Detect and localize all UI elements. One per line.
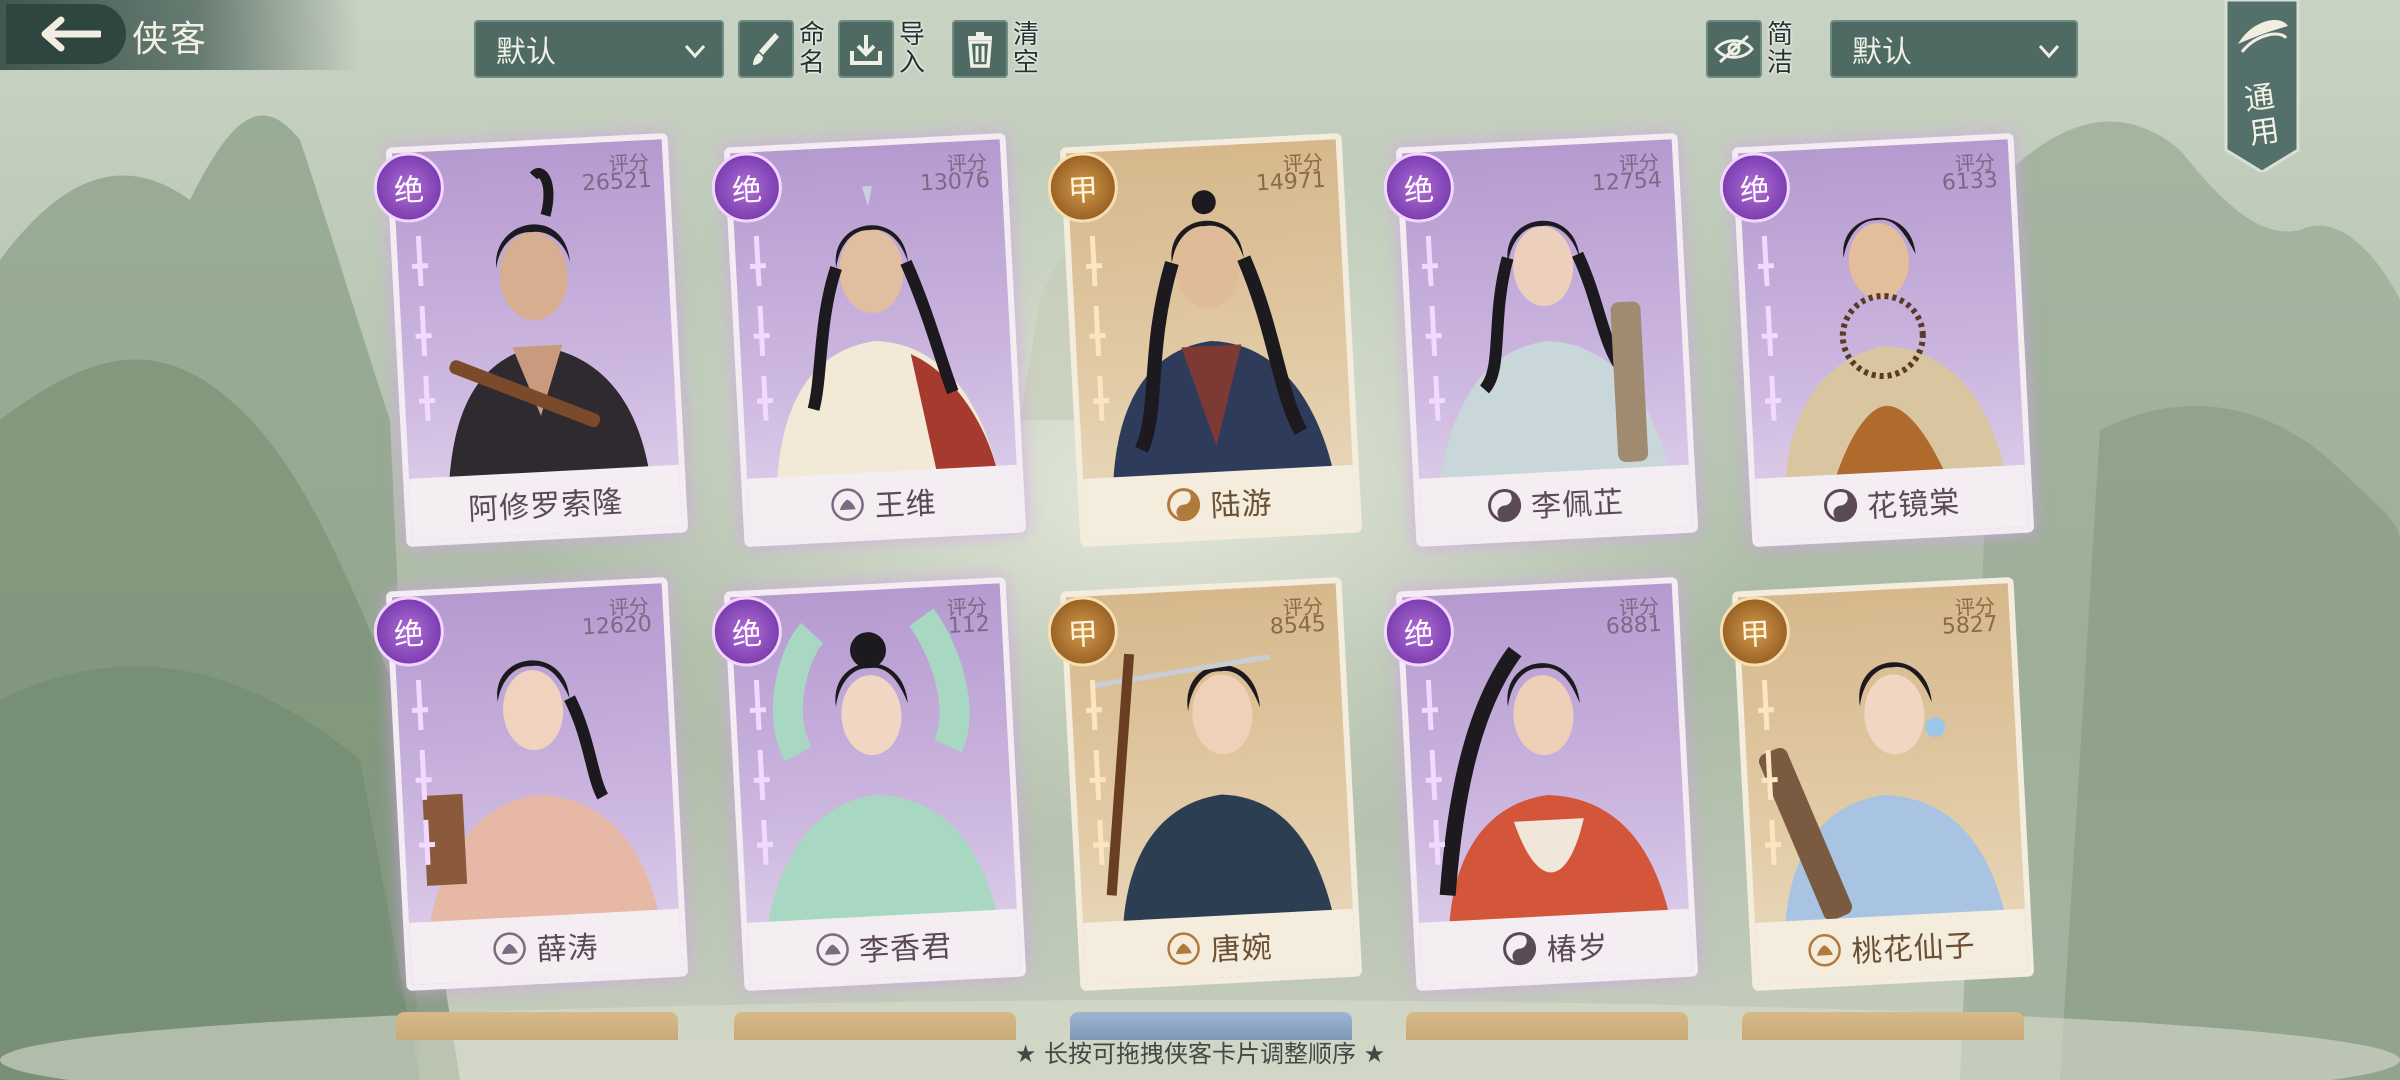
hero-name: 陆游 xyxy=(1209,486,1274,525)
hero-name: 唐婉 xyxy=(1209,930,1274,969)
hero-name: 李佩芷 xyxy=(1530,485,1626,526)
top-bar: 侠客 默认 命名 导入 清空 简洁 默认 通用 xyxy=(0,0,2400,174)
import-label: 导入 xyxy=(898,20,925,78)
hero-card[interactable]: 评分 12620 薛涛 绝 xyxy=(372,576,689,992)
score-value: 112 xyxy=(947,611,991,639)
hero-name: 王维 xyxy=(873,486,938,525)
card-namebar: 桃花仙子 xyxy=(1755,908,2028,985)
hero-name: 椿岁 xyxy=(1545,930,1610,969)
lotus-icon xyxy=(830,487,866,523)
trash-icon xyxy=(952,20,1008,78)
hero-card[interactable]: 评分 6881 椿岁 绝 xyxy=(1382,576,1699,992)
back-button[interactable] xyxy=(6,4,126,64)
card-namebar: 薛涛 xyxy=(409,908,682,985)
general-ribbon-tab[interactable]: 通用 xyxy=(2222,0,2302,174)
chevron-down-icon xyxy=(684,44,706,59)
card-namebar: 李香君 xyxy=(747,908,1020,985)
general-ribbon-label: 通用 xyxy=(2242,79,2282,152)
lotus-icon xyxy=(1166,931,1202,967)
card-namebar: 椿岁 xyxy=(1419,908,1692,985)
rename-label: 命名 xyxy=(798,20,825,78)
lotus-icon xyxy=(1807,932,1843,968)
score-value: 13076 xyxy=(919,167,991,197)
yin-yang-icon xyxy=(1166,487,1202,523)
chevron-down-icon xyxy=(2038,44,2060,59)
sort-select-value: 默认 xyxy=(496,35,556,70)
hero-card[interactable]: 评分 8545 唐婉 甲 xyxy=(1046,576,1363,992)
hero-name: 花镜棠 xyxy=(1866,485,1962,526)
score-value: 14971 xyxy=(1255,167,1327,197)
score-value: 8545 xyxy=(1269,611,1327,640)
hero-name: 薛涛 xyxy=(535,930,600,969)
hero-card[interactable]: 评分 6133 花镜棠 绝 xyxy=(1718,132,2035,548)
hero-card[interactable]: 评分 112 李香君 绝 xyxy=(710,576,1027,992)
clear-label: 清空 xyxy=(1012,20,1039,78)
card-namebar: 阿修罗索隆 xyxy=(409,464,682,541)
rename-button[interactable]: 命名 xyxy=(738,18,826,80)
hero-name: 李香君 xyxy=(858,929,954,970)
clear-button[interactable]: 清空 xyxy=(952,18,1040,80)
hero-card[interactable]: 评分 26521 阿修罗索隆 绝 xyxy=(372,132,689,548)
hero-name: 阿修罗索隆 xyxy=(467,484,625,528)
lotus-icon xyxy=(814,932,850,968)
score-value: 12754 xyxy=(1591,167,1663,197)
yin-yang-icon xyxy=(1822,488,1858,524)
score-value: 5827 xyxy=(1941,611,1999,640)
lotus-icon xyxy=(492,931,528,967)
hero-name: 桃花仙子 xyxy=(1850,928,1977,970)
import-button[interactable]: 导入 xyxy=(838,18,926,80)
filter-select[interactable]: 默认 xyxy=(1830,20,2078,78)
card-namebar: 李佩芷 xyxy=(1419,464,1692,541)
score-value: 6881 xyxy=(1605,611,1663,640)
score-value: 12620 xyxy=(581,611,653,641)
hero-card[interactable]: 评分 5827 桃花仙子 甲 xyxy=(1718,576,2035,992)
card-namebar: 王维 xyxy=(747,464,1020,541)
drag-hint-text: ★ 长按可拖拽侠客卡片调整顺序 ★ xyxy=(1014,1040,1386,1068)
card-namebar: 花镜棠 xyxy=(1755,464,2028,541)
back-arrow-icon xyxy=(41,16,101,52)
hero-card[interactable]: 评分 13076 王维 绝 xyxy=(710,132,1027,548)
sort-select[interactable]: 默认 xyxy=(474,20,724,78)
yin-yang-icon xyxy=(1486,488,1522,524)
page-title: 侠客 xyxy=(132,19,209,60)
hero-card[interactable]: 评分 12754 李佩芷 绝 xyxy=(1382,132,1699,548)
import-icon xyxy=(838,20,894,78)
eye-slash-icon xyxy=(1706,20,1762,78)
card-namebar: 陆游 xyxy=(1083,464,1356,541)
simple-mode-toggle[interactable]: 简洁 xyxy=(1706,18,1794,80)
brush-icon xyxy=(738,20,794,78)
hero-card-grid: 评分 26521 阿修罗索隆 绝 评分 13076 王维 绝 评分 14971 … xyxy=(0,0,2400,1080)
yin-yang-icon xyxy=(1502,931,1538,967)
score-value: 6133 xyxy=(1941,167,1999,196)
filter-select-value: 默认 xyxy=(1852,35,1912,70)
hero-card[interactable]: 评分 14971 陆游 甲 xyxy=(1046,132,1363,548)
score-value: 26521 xyxy=(581,167,653,197)
card-namebar: 唐婉 xyxy=(1083,908,1356,985)
simple-mode-label: 简洁 xyxy=(1766,20,1793,78)
